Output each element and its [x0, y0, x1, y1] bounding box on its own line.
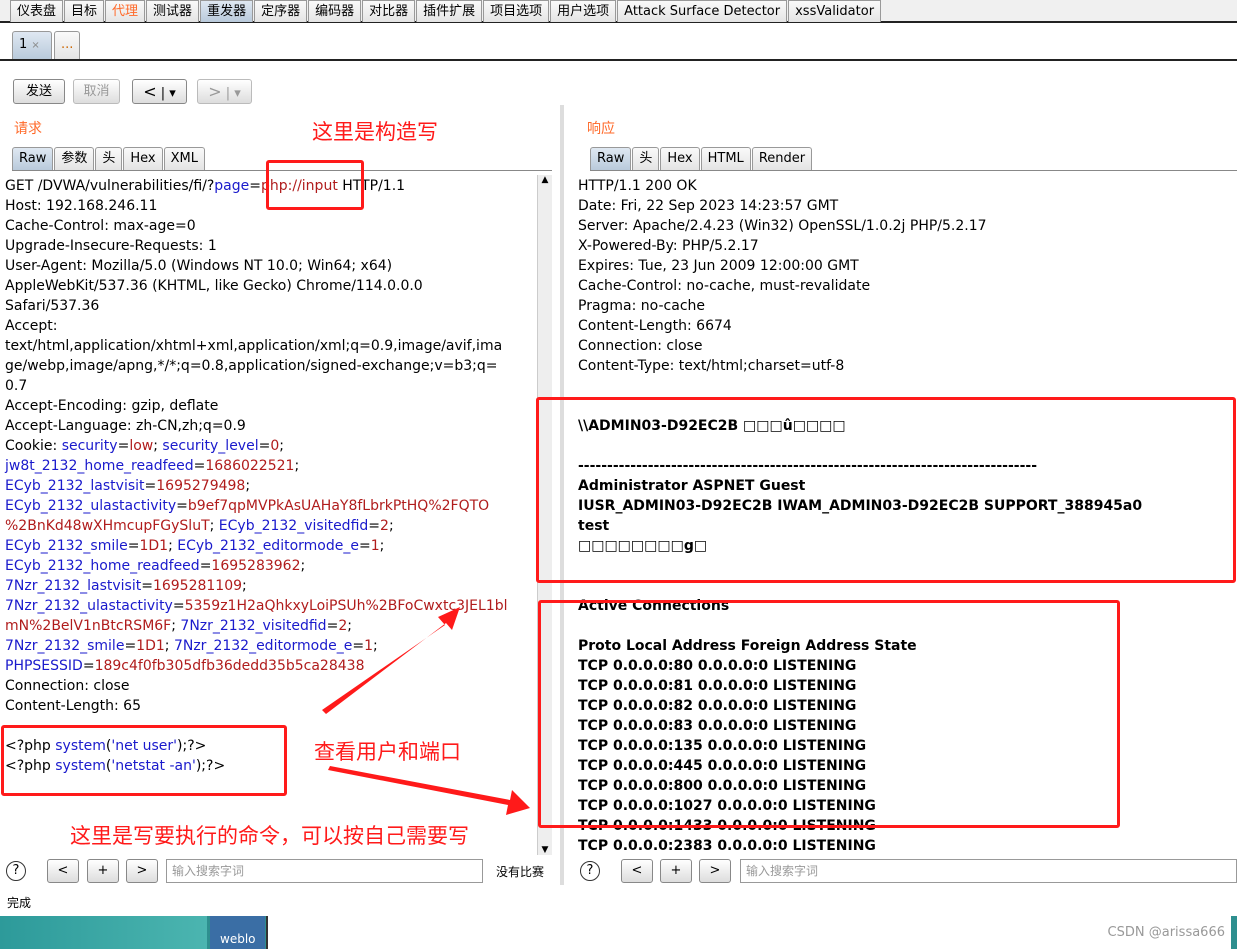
arrow-icon: [322, 607, 460, 714]
annotation-arrows: [322, 607, 530, 815]
arrow-icon: [328, 766, 530, 815]
